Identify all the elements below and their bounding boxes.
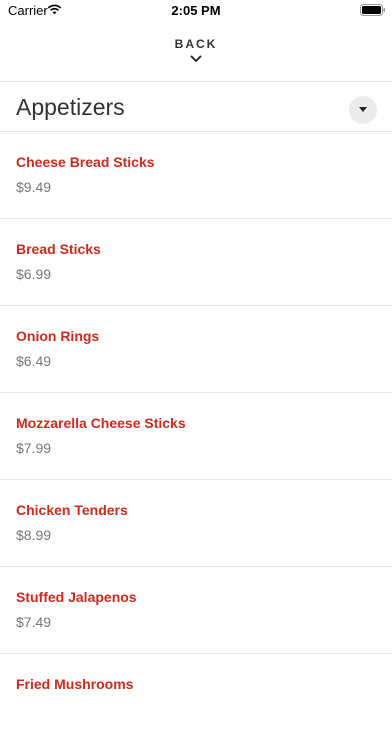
back-label: BACK (174, 37, 218, 51)
back-button[interactable]: BACK (146, 32, 246, 72)
item-price: $6.99 (16, 266, 52, 282)
menu-item[interactable]: Onion Rings $6.49 (0, 305, 392, 392)
section-dropdown-button[interactable] (349, 96, 377, 124)
menu-item[interactable]: Cheese Bread Sticks $9.49 (0, 131, 392, 218)
item-name: Stuffed Jalapenos (16, 589, 137, 605)
item-name: Onion Rings (16, 328, 100, 344)
header-divider (0, 81, 392, 82)
item-name: Mozzarella Cheese Sticks (16, 415, 186, 431)
menu-item[interactable]: Mozzarella Cheese Sticks $7.99 (0, 392, 392, 479)
item-price: $8.99 (16, 527, 52, 543)
item-price: $7.49 (16, 614, 52, 630)
item-name: Cheese Bread Sticks (16, 154, 155, 170)
item-name: Chicken Tenders (16, 502, 128, 518)
status-bar: Carrier 2:05 PM (0, 0, 392, 22)
item-name: Fried Mushrooms (16, 676, 134, 692)
menu-item[interactable]: Chicken Tenders $8.99 (0, 479, 392, 566)
item-price: $9.49 (16, 179, 52, 195)
menu-item[interactable]: Stuffed Jalapenos $7.49 (0, 566, 392, 653)
section-title: Appetizers (16, 94, 125, 120)
clock: 2:05 PM (171, 3, 221, 18)
chevron-down-icon (190, 55, 202, 62)
battery-icon (360, 4, 385, 16)
item-price: $6.49 (16, 353, 52, 369)
item-price: $7.99 (16, 440, 52, 456)
caret-down-icon (359, 107, 367, 112)
menu-list: Cheese Bread Sticks $9.49 Bread Sticks $… (0, 131, 392, 740)
menu-item[interactable]: Fried Mushrooms (0, 653, 392, 740)
item-name: Bread Sticks (16, 241, 101, 257)
menu-item[interactable]: Bread Sticks $6.99 (0, 218, 392, 305)
